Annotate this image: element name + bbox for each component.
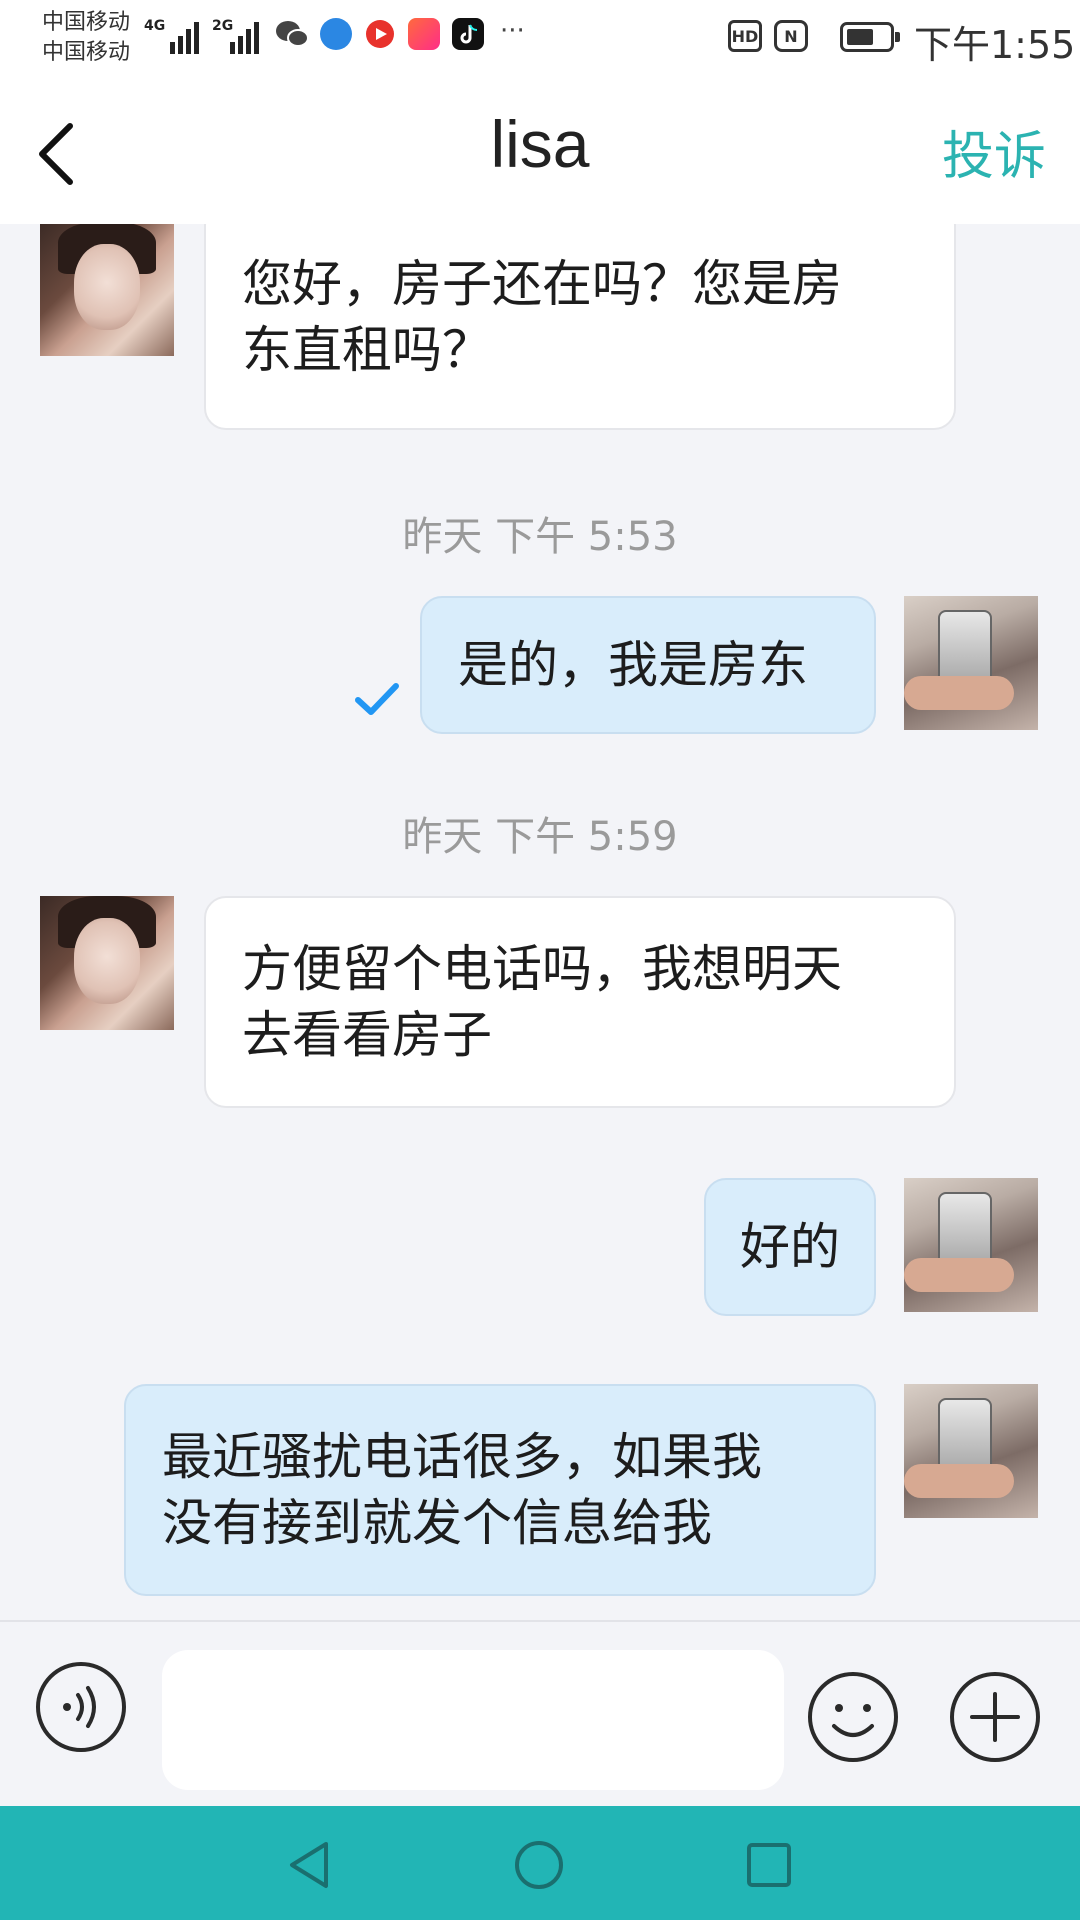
nav-recents-button[interactable] (742, 1838, 796, 1896)
message-input-bar (0, 1620, 1080, 1808)
message-text-line: 最近骚扰电话很多，如果我 (162, 1428, 762, 1486)
nav-back-button[interactable] (282, 1838, 336, 1896)
message-list[interactable]: 您好，房子还在吗？您是房 东直租吗？ 昨天 下午 5:53 是的，我是房东 昨天… (0, 224, 1080, 1620)
chat-header: lisa 投诉 (0, 78, 1080, 224)
triangle-back-icon (290, 1842, 328, 1888)
emoji-button[interactable] (806, 1670, 900, 1768)
contact-avatar[interactable] (40, 224, 174, 356)
page-title: lisa (490, 107, 590, 181)
video-icon (364, 18, 396, 50)
message-text: 好的 (740, 1218, 840, 1276)
contact-avatar[interactable] (40, 896, 174, 1030)
tiktok-icon (452, 18, 484, 50)
nfc-icon: N (774, 20, 808, 52)
signal-strength-icon (170, 18, 204, 54)
system-navigation-bar (0, 1806, 1080, 1920)
outgoing-message[interactable]: 好的 (704, 1178, 876, 1316)
smiley-icon (808, 1672, 898, 1762)
network-type-1: 4G (144, 18, 166, 34)
carrier-2: 中国移动 (42, 40, 131, 65)
status-clock: 下午1:55 (914, 23, 1076, 67)
carrier-1: 中国移动 (42, 10, 131, 35)
message-text-line: 东直租吗？ (242, 321, 492, 379)
message-text-line: 方便留个电话吗，我想明天 (242, 940, 842, 998)
message-text-line: 您好，房子还在吗？您是房 (242, 255, 842, 313)
incoming-message[interactable]: 方便留个电话吗，我想明天 去看看房子 (204, 896, 956, 1108)
circle-home-icon (515, 1841, 563, 1889)
more-actions-button[interactable] (948, 1670, 1042, 1768)
my-avatar[interactable] (904, 1178, 1038, 1312)
plus-icon (950, 1672, 1040, 1762)
read-receipt-check-icon (352, 680, 402, 720)
hd-badge: HD (728, 20, 762, 52)
status-right: HD N 下午1:55 (700, 0, 1080, 78)
message-timestamp: 昨天 下午 5:59 (402, 814, 678, 860)
kuaishou-icon (408, 18, 440, 50)
more-notifications-icon: ··· (500, 16, 525, 46)
browser-icon (320, 18, 352, 50)
voice-input-button[interactable] (34, 1660, 128, 1758)
voice-icon (36, 1662, 126, 1752)
signal-strength-2-icon (230, 18, 264, 54)
my-avatar[interactable] (904, 596, 1038, 730)
wechat-icon (274, 18, 309, 50)
square-recents-icon (747, 1843, 791, 1887)
message-timestamp: 昨天 下午 5:53 (402, 514, 678, 560)
my-avatar[interactable] (904, 1384, 1038, 1518)
status-bar: 中国移动 中国移动 4G 2G ··· HD N 下午1:55 (0, 0, 1080, 78)
outgoing-message[interactable]: 是的，我是房东 (420, 596, 876, 734)
message-text: 是的，我是房东 (458, 636, 808, 694)
nav-home-button[interactable] (512, 1838, 566, 1896)
battery-icon (840, 22, 900, 52)
outgoing-message[interactable]: 最近骚扰电话很多，如果我 没有接到就发个信息给我 (124, 1384, 876, 1596)
message-text-line: 没有接到就发个信息给我 (162, 1494, 712, 1552)
complain-button[interactable]: 投诉 (942, 114, 1046, 189)
incoming-message[interactable]: 您好，房子还在吗？您是房 东直租吗？ (204, 224, 956, 430)
message-input[interactable] (162, 1650, 784, 1790)
message-text-line: 去看看房子 (242, 1006, 492, 1064)
carrier-labels: 中国移动 中国移动 (42, 8, 142, 68)
